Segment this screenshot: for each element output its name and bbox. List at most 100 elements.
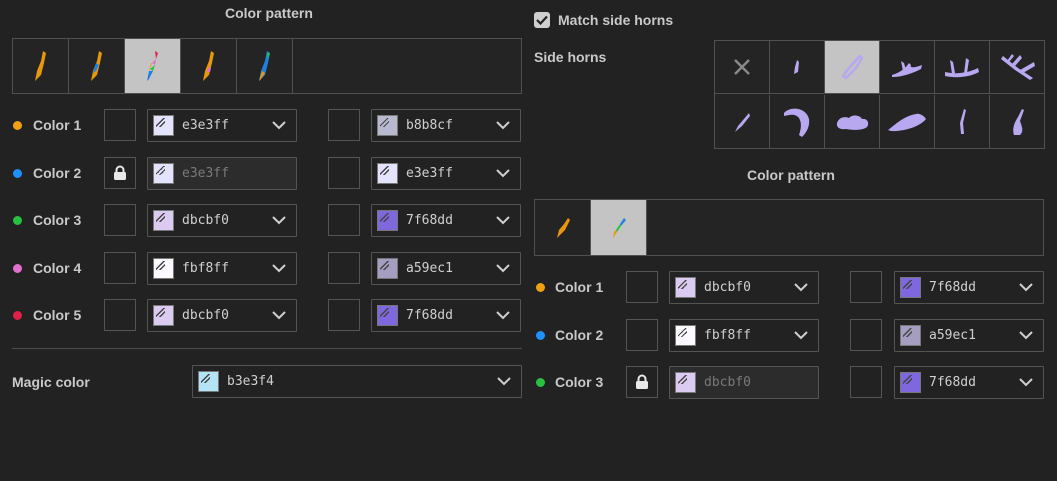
primary-color-picker[interactable]: e3e3ff [147,109,297,142]
side-horns-grid [714,40,1045,149]
chevron-down-icon [492,216,514,225]
side-horn-pattern-icon [612,217,626,238]
lock-toggle[interactable] [626,366,658,398]
hex-value: b8b8cf [406,118,453,133]
lock-toggle-empty[interactable] [104,299,136,331]
side-pattern-option-2[interactable] [591,200,647,255]
secondary-color-picker[interactable]: 7f68dd [894,271,1044,304]
lock-toggle-empty[interactable] [104,204,136,236]
color-swatch [675,324,696,346]
lock-toggle-empty[interactable] [850,271,882,303]
side-horn-option-sickle[interactable] [990,95,1045,148]
checkbox[interactable] [534,12,550,28]
color-swatch [377,162,398,184]
side-horn-option-thin-spike[interactable] [715,95,770,148]
color-dot [536,283,545,292]
lock-toggle-empty[interactable] [104,109,136,141]
lock-toggle-empty[interactable] [328,251,360,284]
lock-toggle-empty[interactable] [850,366,882,398]
hex-value: 7f68dd [929,375,976,390]
side-horn-wing-icon [886,110,928,134]
primary-color-picker[interactable]: fbf8ff [669,318,819,352]
side-horn-branch-2-icon [942,54,982,80]
color-dot [13,263,22,273]
side-horn-option-branch-3[interactable] [990,41,1045,94]
primary-color-picker[interactable]: dbcbf0 [669,271,819,304]
color-swatch [900,277,921,298]
horn-pattern-icon [146,51,158,81]
primary-color-picker[interactable]: dbcbf0 [147,299,297,332]
side-horn-option-branch-1[interactable] [880,41,935,94]
side-pattern-option-1[interactable] [535,200,591,255]
chevron-down-icon [492,121,514,130]
color-swatch [377,115,398,136]
color-swatch [153,115,174,136]
chevron-down-icon [268,121,290,130]
lock-icon [113,165,127,181]
lock-toggle-empty[interactable] [328,299,360,331]
match-side-horns-toggle[interactable]: Match side horns [534,12,673,28]
color-swatch [377,257,398,279]
side-horn-option-hook[interactable] [770,95,825,148]
color-swatch [153,210,174,231]
hex-value: 7f68dd [929,280,976,295]
chevron-down-icon [790,283,812,292]
color-row-label: Color 3 [33,212,82,228]
chevron-down-icon [492,263,514,273]
pattern-option-3[interactable] [125,39,181,93]
primary-color-picker[interactable]: dbcbf0 [147,204,297,237]
horn-pattern-icon [34,51,46,81]
lock-toggle-empty[interactable] [626,318,658,351]
side-horn-sickle-icon [1008,107,1028,137]
secondary-color-picker[interactable]: e3e3ff [371,156,521,190]
lock-toggle-empty[interactable] [328,109,360,141]
lock-icon [635,374,649,390]
hex-value: 7f68dd [406,213,453,228]
pattern-option-5[interactable] [237,39,293,93]
side-horn-option-branch-2[interactable] [935,41,990,94]
secondary-color-picker[interactable]: b8b8cf [371,109,521,142]
side-horn-option-wing[interactable] [880,95,935,148]
magic-color-picker[interactable]: b3e3f4 [192,365,522,398]
side-horn-option-narrow[interactable] [935,95,990,148]
side-horn-option-none[interactable] [715,41,770,94]
color-row-label: Color 1 [33,117,82,133]
chevron-down-icon [268,263,290,273]
pattern-option-1[interactable] [13,39,69,93]
color-swatch [377,210,398,231]
side-horn-small-spike-icon [790,57,804,77]
chevron-down-icon [493,377,515,386]
horn-pattern-icon [258,51,270,81]
secondary-color-picker[interactable]: a59ec1 [894,318,1044,352]
secondary-color-picker[interactable]: a59ec1 [371,251,521,285]
left-pattern-heading: Color pattern [225,5,313,21]
hex-value: fbf8ff [182,260,229,276]
color-row-label: Color 3 [555,374,604,390]
lock-toggle-empty[interactable] [850,318,882,351]
hex-value: a59ec1 [406,260,453,276]
divider [12,348,522,349]
chevron-down-icon [268,311,290,320]
lock-toggle-empty[interactable] [328,204,360,236]
side-horn-option-cloud[interactable] [825,95,880,148]
color-swatch [900,324,921,346]
color-swatch [153,257,174,279]
side-horn-option-small-spike[interactable] [770,41,825,94]
lock-toggle-empty[interactable] [626,271,658,303]
pattern-option-4[interactable] [181,39,237,93]
right-pattern-heading: Color pattern [747,167,835,183]
secondary-color-picker[interactable]: 7f68dd [371,204,521,237]
color-swatch [198,371,219,392]
side-horn-option-curved[interactable] [825,41,880,94]
side-horn-hook-icon [782,105,812,139]
secondary-color-picker[interactable]: 7f68dd [894,366,1044,399]
right-pattern-selector [534,199,1044,256]
hex-value: e3e3ff [406,165,453,181]
lock-toggle-empty[interactable] [328,156,360,189]
secondary-color-picker[interactable]: 7f68dd [371,299,521,332]
pattern-option-2[interactable] [69,39,125,93]
lock-toggle[interactable] [104,156,136,189]
primary-color-picker[interactable]: fbf8ff [147,251,297,285]
color-dot [13,168,22,178]
lock-toggle-empty[interactable] [104,251,136,284]
